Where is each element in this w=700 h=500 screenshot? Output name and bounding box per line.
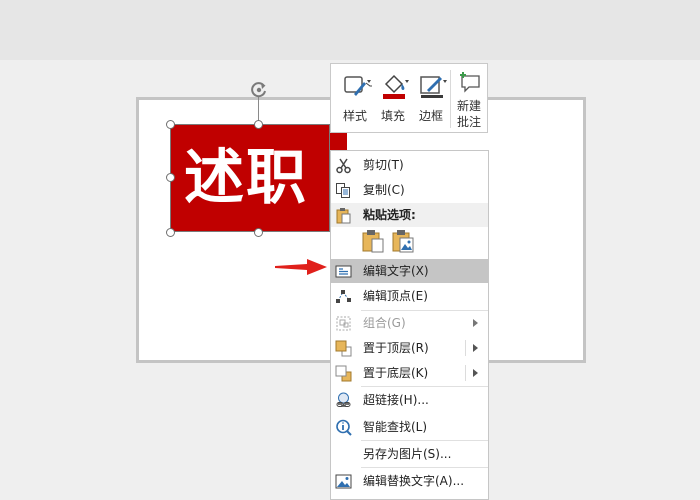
scissors-icon	[336, 158, 351, 174]
submenu-arrow-icon[interactable]	[473, 369, 478, 377]
send-to-back-icon	[335, 365, 352, 382]
menu-item-smart-lookup[interactable]: 智能查找(L)	[331, 415, 488, 439]
copy-icon	[336, 183, 350, 198]
context-menu: 剪切(T) 复制(C) 粘贴选项: 编辑文字(X) 编辑顶点(E) 组合(G) …	[330, 150, 489, 500]
menu-item-label: 粘贴选项:	[363, 208, 416, 222]
fill-bucket-icon	[383, 74, 409, 99]
split-divider	[465, 340, 466, 356]
menu-item-edit-points[interactable]: 编辑顶点(E)	[331, 284, 488, 308]
menu-item-label: 剪切(T)	[363, 158, 404, 172]
menu-item-label: 编辑替换文字(A)...	[363, 474, 465, 488]
split-divider	[465, 365, 466, 381]
menu-item-copy[interactable]: 复制(C)	[331, 178, 488, 202]
menu-item-hyperlink[interactable]: 超链接(H)...	[331, 388, 488, 412]
shape-style-icon	[344, 76, 372, 96]
border-pen-icon	[420, 76, 447, 98]
edit-text-icon	[335, 265, 352, 278]
menu-paste-options-header: 粘贴选项:	[331, 203, 488, 227]
menu-item-label: 编辑顶点(E)	[363, 289, 428, 303]
resize-handle-left[interactable]	[166, 173, 175, 182]
menu-item-label: 智能查找(L)	[363, 420, 428, 434]
menu-item-label: 另存为图片(S)...	[363, 447, 452, 461]
style-label: 样式	[342, 109, 367, 123]
menu-separator	[361, 440, 488, 441]
info-search-icon	[336, 419, 352, 436]
submenu-arrow-icon[interactable]	[473, 344, 478, 352]
mini-toolbar: 样式 填充 边框 新建 批注	[330, 63, 488, 133]
border-button[interactable]: 边框	[412, 68, 450, 128]
menu-item-label: 编辑文字(X)	[363, 264, 429, 278]
comment-add-icon	[460, 72, 480, 93]
menu-item-edit-alt-text[interactable]: 编辑替换文字(A)...	[331, 469, 488, 493]
menu-item-label: 置于底层(K)	[363, 366, 429, 380]
fill-button[interactable]: 填充	[374, 68, 412, 128]
menu-item-label: 复制(C)	[363, 183, 405, 197]
alt-text-image-icon	[335, 474, 352, 489]
edit-points-icon	[336, 290, 351, 303]
hyperlink-icon	[336, 392, 351, 407]
bring-to-front-icon	[335, 340, 352, 357]
menu-separator	[361, 467, 488, 468]
menu-item-bring-to-front[interactable]: 置于顶层(R)	[331, 336, 488, 360]
red-arrow-icon	[275, 259, 327, 275]
paste-as-picture-icon[interactable]	[391, 229, 415, 253]
new-comment-label-2: 批注	[456, 115, 481, 129]
menu-item-label: 组合(G)	[363, 316, 406, 330]
paste-keep-formatting-icon[interactable]	[361, 229, 385, 253]
resize-handle-bottom-left[interactable]	[166, 228, 175, 237]
menu-item-group[interactable]: 组合(G)	[331, 311, 488, 335]
submenu-arrow-icon	[473, 319, 478, 327]
resize-handle-top[interactable]	[254, 120, 263, 129]
rotate-handle-icon[interactable]	[249, 80, 269, 100]
menu-item-cut[interactable]: 剪切(T)	[331, 153, 488, 177]
menu-item-save-as-picture[interactable]: 另存为图片(S)...	[331, 442, 488, 466]
border-label: 边框	[418, 109, 443, 123]
menu-item-label: 超链接(H)...	[363, 393, 429, 407]
shape-rectangle[interactable]: 述职	[171, 124, 347, 232]
paste-icon	[336, 208, 351, 224]
ribbon-area	[0, 0, 700, 60]
resize-handle-top-left[interactable]	[166, 120, 175, 129]
new-comment-button[interactable]: 新建 批注	[451, 68, 487, 130]
menu-item-edit-text[interactable]: 编辑文字(X)	[331, 259, 488, 283]
style-button[interactable]: 样式	[336, 68, 374, 128]
fill-label: 填充	[380, 109, 405, 123]
resize-handle-bottom[interactable]	[254, 228, 263, 237]
menu-item-send-to-back[interactable]: 置于底层(K)	[331, 361, 488, 385]
shape-text: 述职	[184, 143, 308, 213]
menu-separator	[361, 386, 488, 387]
new-comment-label-1: 新建	[456, 99, 481, 113]
menu-item-label: 置于顶层(R)	[363, 341, 429, 355]
group-icon	[336, 316, 351, 331]
